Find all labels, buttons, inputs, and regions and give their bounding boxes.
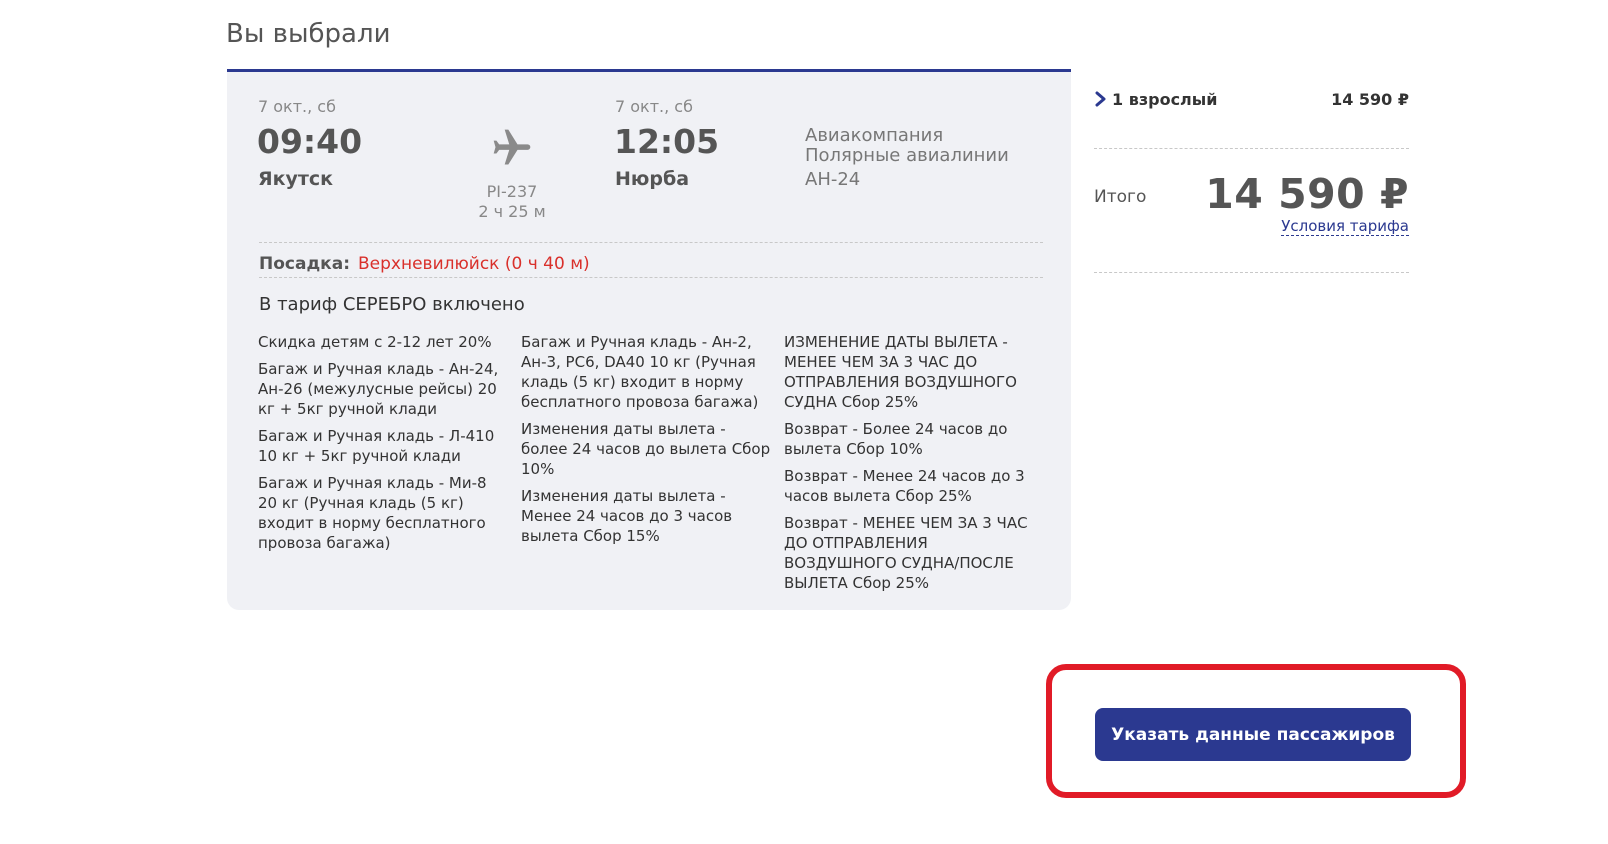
divider [259, 242, 1043, 243]
condition-item: Возврат - Менее 24 часов до 3 часов выле… [784, 467, 1025, 505]
condition-item: ИЗМЕНЕНИЕ ДАТЫ ВЫЛЕТА - МЕНЕЕ ЧЕМ ЗА 3 Ч… [784, 333, 1017, 411]
departure-date: 7 окт., сб [258, 97, 336, 116]
airline-info: Авиакомпания Полярные авиалинии АН-24 [805, 126, 1009, 190]
passenger-row[interactable]: 1 взрослый 14 590 ₽ [1094, 88, 1409, 118]
price-summary: 1 взрослый 14 590 ₽ Итого 14 590 ₽ Услов… [1094, 88, 1409, 273]
conditions-column-1: Скидка детям с 2-12 лет 20% Багаж и Ручн… [258, 332, 508, 560]
passenger-price: 14 590 ₽ [1331, 90, 1409, 109]
stopover-value: Верхневилюйск (0 ч 40 м) [358, 254, 590, 274]
arrival-city: Нюрба [615, 168, 690, 190]
condition-item: Возврат - МЕНЕЕ ЧЕМ ЗА 3 ЧАС ДО ОТПРАВЛЕ… [784, 514, 1028, 592]
divider [1094, 148, 1409, 149]
total-label: Итого [1094, 187, 1147, 207]
tariff-conditions-link[interactable]: Условия тарифа [1281, 218, 1409, 236]
page-title: Вы выбрали [226, 19, 391, 50]
condition-item: Скидка детям с 2-12 лет 20% [258, 333, 492, 351]
condition-item: Багаж и Ручная кладь - Л-410 10 кг + 5кг… [258, 427, 495, 465]
airline-name-line1: Авиакомпания [805, 125, 944, 146]
chevron-right-icon[interactable] [1094, 91, 1108, 107]
aircraft-type: АН-24 [805, 169, 861, 190]
stopover-label: Посадка: [259, 254, 350, 274]
divider [259, 277, 1043, 278]
airline-name-line2: Полярные авиалинии [805, 145, 1009, 166]
total-value: 14 590 ₽ [1205, 170, 1409, 218]
departure-city: Якутск [258, 168, 334, 190]
conditions-column-2: Багаж и Ручная кладь - Ан-2, Ан-3, РС6, … [521, 332, 771, 553]
flight-number: PI-237 [486, 182, 538, 201]
enter-passenger-data-button[interactable]: Указать данные пассажиров [1095, 708, 1411, 761]
stopover: Посадка: Верхневилюйск (0 ч 40 м) [259, 254, 590, 274]
arrival-time: 12:05 [614, 122, 720, 161]
divider [1094, 272, 1409, 273]
tariff-heading: В тариф СЕРЕБРО включено [259, 294, 525, 315]
condition-item: Изменения даты вылета - Менее 24 часов д… [521, 487, 733, 545]
flight-duration: 2 ч 25 м [478, 202, 546, 221]
arrival-date: 7 окт., сб [615, 97, 693, 116]
departure-time: 09:40 [257, 122, 363, 161]
conditions-column-3: ИЗМЕНЕНИЕ ДАТЫ ВЫЛЕТА - МЕНЕЕ ЧЕМ ЗА 3 Ч… [784, 332, 1034, 600]
condition-item: Багаж и Ручная кладь - Ми-8 20 кг (Ручна… [258, 474, 487, 552]
condition-item: Багаж и Ручная кладь - Ан-2, Ан-3, РС6, … [521, 333, 759, 411]
flight-card: 7 окт., сб 09:40 Якутск PI-237 2 ч 25 м … [227, 69, 1071, 610]
condition-item: Багаж и Ручная кладь - Ан-24, Ан-26 (меж… [258, 360, 499, 418]
condition-item: Возврат - Более 24 часов до вылета Сбор … [784, 420, 1008, 458]
passenger-label: 1 взрослый [1112, 90, 1218, 109]
airplane-icon [490, 126, 534, 170]
condition-item: Изменения даты вылета - более 24 часов д… [521, 420, 771, 478]
